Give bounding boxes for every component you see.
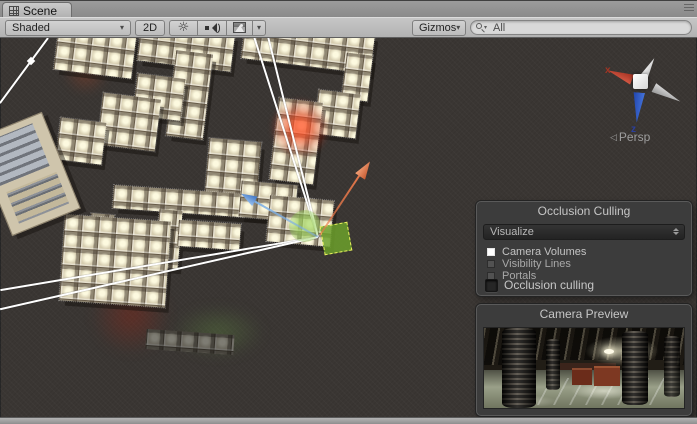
tile-cluster[interactable] — [52, 38, 138, 80]
scene-toolbar: Shaded ▾ 2D ☼ ▾ Gizmos ▾ ▾ All — [0, 17, 697, 38]
draw-mode-label: Shaded — [12, 21, 50, 34]
preview-crate — [594, 365, 620, 387]
camera-preview-image — [483, 327, 685, 409]
visualize-label: Visualize — [490, 226, 534, 238]
lighting-toggle-button[interactable]: ☼ — [169, 19, 198, 36]
tile-cluster[interactable] — [95, 91, 163, 153]
tab-scene[interactable]: Scene — [2, 2, 73, 18]
camera-preview-title: Camera Preview — [539, 307, 629, 321]
chevron-down-icon: ▾ — [119, 22, 124, 32]
visualize-dropdown[interactable]: Visualize — [483, 224, 685, 240]
occlusion-panel-title: Occlusion Culling — [537, 204, 631, 218]
orientation-axis-icon[interactable] — [651, 82, 684, 108]
scene-search-field[interactable]: ▾ — [470, 20, 692, 35]
2d-toggle-button[interactable]: 2D — [135, 19, 165, 36]
magnifier-icon: ▾ — [476, 23, 487, 33]
occlusion-culling-toggle[interactable]: Occlusion culling — [485, 278, 594, 292]
preview-pillar — [664, 336, 680, 397]
chevron-down-icon: ▾ — [256, 22, 261, 32]
effects-toggle-button[interactable] — [227, 19, 253, 36]
tile-cluster[interactable] — [54, 116, 108, 166]
speaker-icon — [205, 21, 220, 34]
image-icon — [233, 22, 246, 33]
chevron-down-icon: ▾ — [456, 22, 461, 32]
checkbox[interactable] — [487, 260, 495, 268]
camera-preview-panel: Camera Preview — [476, 304, 692, 416]
tab-strip: Scene — [0, 0, 697, 18]
effects-dropdown-button[interactable]: ▾ — [253, 19, 266, 36]
2d-label: 2D — [142, 21, 158, 34]
sun-icon: ☼ — [177, 20, 190, 35]
option-label: Visibility Lines — [502, 258, 571, 270]
gizmos-dropdown[interactable]: Gizmos ▾ — [412, 19, 466, 36]
axis-x-label: x — [605, 65, 611, 76]
dropdown-stepper-icon — [673, 228, 679, 235]
tile-cluster[interactable] — [176, 218, 242, 252]
preview-lamp — [604, 348, 614, 354]
toggle-label: Occlusion culling — [504, 278, 595, 292]
scene-view-window: Scene Shaded ▾ 2D ☼ ▾ Gizmos ▾ ▾ All x z… — [0, 0, 697, 424]
audio-toggle-button[interactable] — [198, 19, 227, 36]
gizmos-label: Gizmos — [419, 21, 457, 34]
orientation-cube-icon[interactable] — [633, 74, 648, 89]
checkbox[interactable] — [485, 278, 498, 292]
draw-mode-dropdown[interactable]: Shaded ▾ — [5, 19, 131, 36]
tile-cluster[interactable] — [58, 213, 172, 309]
occlusion-culling-panel: Occlusion Culling Visualize Camera Volum… — [476, 201, 692, 296]
grid-icon — [9, 5, 19, 16]
panel-menu-icon[interactable] — [684, 4, 694, 12]
preview-pillar — [546, 339, 560, 391]
preview-pillar — [622, 331, 648, 405]
window-bottom-edge[interactable] — [0, 417, 697, 424]
scene-viewport[interactable]: x z ◁ Persp Occlusion Culling Visualize … — [0, 38, 697, 417]
search-input[interactable] — [493, 21, 683, 34]
preview-crate — [572, 368, 592, 385]
tile-cluster-shadowed[interactable] — [145, 328, 235, 356]
tab-scene-label: Scene — [23, 3, 58, 18]
option-camera-volumes[interactable]: Camera Volumes — [487, 246, 586, 258]
projection-label: Persp — [618, 130, 651, 144]
frustum-far-edge-line — [0, 38, 49, 104]
scene-view-toggles: ☼ ▾ — [169, 19, 266, 36]
persp-arrow-icon: ◁ — [610, 131, 617, 142]
option-label: Camera Volumes — [502, 246, 587, 258]
projection-toggle[interactable]: ◁ Persp — [610, 130, 650, 144]
checkbox[interactable] — [487, 248, 495, 256]
preview-pillar — [502, 328, 536, 408]
option-visibility-lines[interactable]: Visibility Lines — [487, 258, 571, 270]
orientation-axis-z-icon[interactable] — [629, 92, 647, 123]
